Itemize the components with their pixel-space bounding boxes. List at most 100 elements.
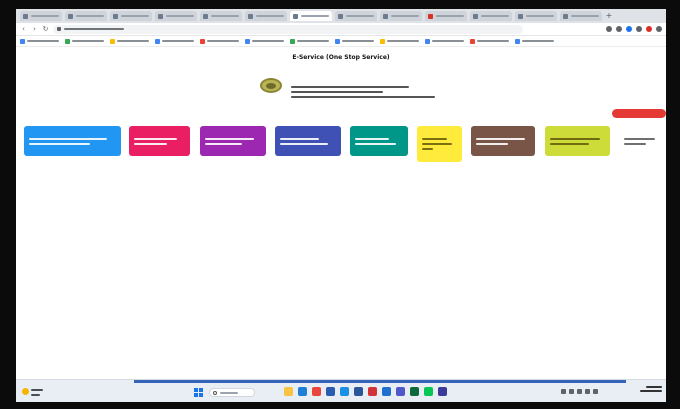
service-card-label bbox=[134, 141, 135, 142]
taskbar-search-input[interactable] bbox=[209, 388, 255, 397]
share-icon[interactable] bbox=[606, 26, 612, 32]
browser-tab[interactable] bbox=[560, 11, 602, 21]
bookmark-star-icon[interactable] bbox=[616, 26, 622, 32]
service-card-text-line bbox=[205, 137, 255, 140]
service-card[interactable] bbox=[350, 126, 408, 156]
taskbar-clock[interactable] bbox=[634, 386, 662, 398]
tray-chevron-icon[interactable] bbox=[561, 389, 566, 394]
service-card[interactable] bbox=[619, 126, 663, 156]
menu-kebab-icon[interactable] bbox=[656, 26, 662, 32]
browser-tab[interactable] bbox=[245, 11, 287, 21]
forward-icon[interactable]: › bbox=[31, 25, 38, 33]
back-icon[interactable]: ‹ bbox=[20, 25, 27, 33]
bookmark-favicon-icon bbox=[20, 38, 25, 44]
service-card-text-line bbox=[624, 142, 647, 145]
bookmark-item[interactable] bbox=[155, 38, 194, 44]
service-card-text-line bbox=[422, 143, 452, 145]
browser-tab[interactable] bbox=[20, 11, 62, 21]
service-card[interactable] bbox=[129, 126, 190, 156]
service-card[interactable] bbox=[24, 126, 121, 156]
service-card[interactable] bbox=[275, 126, 341, 156]
service-card-text-line bbox=[624, 137, 655, 140]
browser-tab[interactable] bbox=[425, 11, 467, 21]
excel-icon[interactable] bbox=[410, 387, 419, 396]
site-favicon-icon bbox=[338, 13, 343, 19]
bookmark-item[interactable] bbox=[425, 38, 464, 44]
browser-tab[interactable] bbox=[155, 11, 197, 21]
service-card-text-line bbox=[476, 137, 525, 140]
service-card-text-line bbox=[134, 137, 178, 140]
service-card[interactable] bbox=[200, 126, 266, 156]
browser-tab-label bbox=[571, 15, 599, 17]
weather-text-line bbox=[31, 389, 43, 391]
mail-icon[interactable] bbox=[340, 387, 349, 396]
bookmark-item[interactable] bbox=[470, 38, 509, 44]
service-card-text-line bbox=[280, 142, 328, 145]
browser-tab[interactable] bbox=[515, 11, 557, 21]
address-bar[interactable] bbox=[53, 24, 523, 34]
store-icon[interactable] bbox=[326, 387, 335, 396]
service-card-label bbox=[550, 141, 551, 142]
bookmark-item[interactable] bbox=[290, 38, 329, 44]
new-tab-icon[interactable]: + bbox=[605, 12, 613, 20]
bookmark-favicon-icon bbox=[290, 38, 295, 44]
settings-icon[interactable] bbox=[438, 387, 447, 396]
weather-text-line bbox=[31, 394, 40, 396]
word-icon[interactable] bbox=[354, 387, 363, 396]
service-card[interactable] bbox=[545, 126, 610, 156]
bookmark-favicon-icon bbox=[470, 38, 475, 44]
outlook-icon[interactable] bbox=[382, 387, 391, 396]
bookmark-item[interactable] bbox=[515, 38, 554, 44]
browser-tab[interactable] bbox=[110, 11, 152, 21]
bookmark-item[interactable] bbox=[335, 38, 374, 44]
windows-start-icon[interactable] bbox=[194, 388, 203, 397]
bookmark-label bbox=[342, 40, 374, 42]
bookmark-favicon-icon bbox=[155, 38, 160, 44]
file-explorer-icon[interactable] bbox=[284, 387, 293, 396]
extension-icon[interactable] bbox=[626, 26, 632, 32]
browser-tab[interactable] bbox=[380, 11, 422, 21]
chrome-icon[interactable] bbox=[312, 387, 321, 396]
address-url bbox=[64, 28, 124, 30]
edge-icon[interactable] bbox=[298, 387, 307, 396]
browser-tab-label bbox=[526, 15, 554, 17]
weather-widget[interactable] bbox=[22, 386, 44, 398]
bookmark-item[interactable] bbox=[380, 38, 419, 44]
browser-tab[interactable] bbox=[335, 11, 377, 21]
wifi-icon[interactable] bbox=[577, 389, 582, 394]
bookmark-item[interactable] bbox=[110, 38, 149, 44]
reload-icon[interactable]: ↻ bbox=[42, 25, 49, 33]
volume-icon[interactable] bbox=[585, 389, 590, 394]
page-title: E-Service (One Stop Service) bbox=[292, 54, 390, 61]
site-favicon-icon bbox=[248, 13, 253, 19]
browser-tab[interactable] bbox=[470, 11, 512, 21]
browser-tab[interactable] bbox=[200, 11, 242, 21]
browser-tab[interactable] bbox=[65, 11, 107, 21]
battery-icon[interactable] bbox=[593, 389, 598, 394]
browser-tab-label bbox=[211, 15, 239, 17]
bookmark-label bbox=[27, 40, 59, 42]
youtube-icon bbox=[428, 13, 433, 19]
teams-icon[interactable] bbox=[396, 387, 405, 396]
browser-tab-label bbox=[256, 15, 284, 17]
extensions-puzzle-icon[interactable] bbox=[636, 26, 642, 32]
service-card-label bbox=[205, 141, 206, 142]
bookmark-label bbox=[432, 40, 464, 42]
language-icon[interactable] bbox=[569, 389, 574, 394]
bookmark-item[interactable] bbox=[245, 38, 284, 44]
bookmark-favicon-icon bbox=[200, 38, 205, 44]
bookmark-label bbox=[387, 40, 419, 42]
profile-avatar[interactable] bbox=[646, 26, 652, 32]
browser-tab-active[interactable] bbox=[290, 11, 332, 21]
powerpoint-icon[interactable] bbox=[368, 387, 377, 396]
service-card[interactable] bbox=[417, 126, 462, 162]
service-card-text-line bbox=[280, 137, 320, 140]
bookmark-item[interactable] bbox=[65, 38, 104, 44]
site-favicon-icon bbox=[203, 13, 208, 19]
system-tray bbox=[561, 389, 598, 394]
bookmark-item[interactable] bbox=[200, 38, 239, 44]
line-icon[interactable] bbox=[424, 387, 433, 396]
service-card[interactable] bbox=[471, 126, 535, 156]
bookmark-item[interactable] bbox=[20, 38, 59, 44]
status-pill-button[interactable] bbox=[612, 109, 666, 118]
